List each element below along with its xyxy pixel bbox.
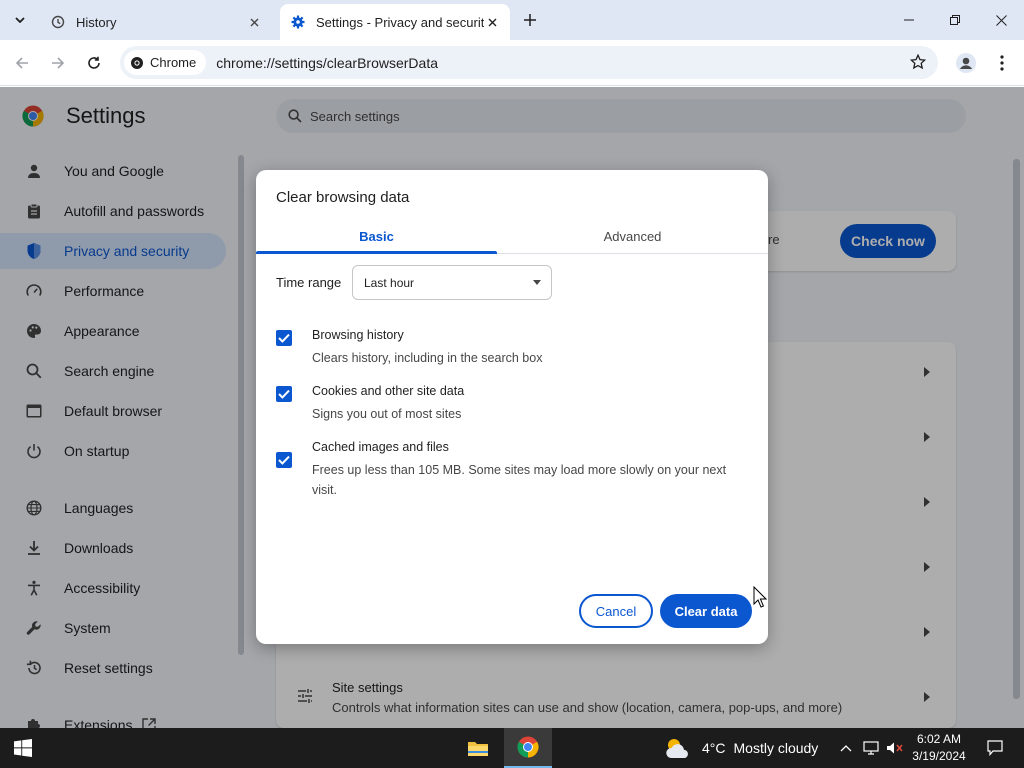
clear-data-button[interactable]: Clear data	[660, 594, 752, 628]
checkmark-icon	[278, 333, 290, 343]
network-icon	[863, 741, 879, 755]
forward-button[interactable]	[44, 49, 72, 77]
weather-widget[interactable]: 4°C Mostly cloudy	[664, 728, 818, 768]
browser-toolbar: Chrome chrome://settings/clearBrowserDat…	[0, 40, 1024, 86]
gear-icon	[290, 14, 306, 30]
new-tab-button[interactable]	[518, 8, 542, 32]
url-text[interactable]: chrome://settings/clearBrowserData	[216, 55, 438, 71]
option-subtitle: Frees up less than 105 MB. Some sites ma…	[312, 463, 727, 497]
chrome-icon	[130, 56, 144, 70]
checkmark-icon	[278, 455, 290, 465]
tab-search-button[interactable]	[8, 8, 32, 32]
address-bar[interactable]: Chrome chrome://settings/clearBrowserDat…	[120, 46, 938, 79]
chevron-up-icon	[840, 744, 852, 751]
clock-date: 3/19/2024	[912, 749, 966, 763]
plus-icon	[524, 14, 536, 26]
option-subtitle: Signs you out of most sites	[312, 407, 462, 421]
avatar-icon	[956, 53, 976, 73]
mouse-cursor-icon	[753, 586, 767, 608]
dialog-tabs: Basic Advanced	[256, 220, 768, 254]
windows-taskbar: 4°C Mostly cloudy 6:02 AM 3/19/2024	[0, 728, 1024, 768]
chrome-icon	[517, 736, 539, 758]
close-icon	[995, 14, 1007, 26]
taskbar-file-explorer[interactable]	[454, 728, 502, 768]
history-icon	[50, 14, 66, 30]
tab-advanced[interactable]: Advanced	[512, 220, 753, 253]
checkmark-icon	[278, 389, 290, 399]
back-button[interactable]	[8, 49, 36, 77]
option-title: Cached images and files	[312, 440, 449, 454]
weather-description: Mostly cloudy	[733, 740, 819, 756]
cookies-checkbox[interactable]	[276, 386, 292, 402]
close-window-button[interactable]	[978, 0, 1024, 40]
close-icon	[250, 18, 258, 26]
option-title: Cookies and other site data	[312, 384, 465, 398]
show-hidden-icons-button[interactable]	[836, 728, 856, 768]
tab-title: Settings - Privacy and security	[316, 14, 484, 30]
more-vert-icon	[1000, 55, 1004, 71]
profile-button[interactable]	[952, 49, 980, 77]
dropdown-caret-icon	[533, 280, 541, 285]
tab-history[interactable]: History	[40, 4, 272, 40]
time-range-select[interactable]: Last hour	[352, 265, 552, 300]
reload-button[interactable]	[80, 49, 108, 77]
taskbar-chrome[interactable]	[504, 728, 552, 768]
partly-cloudy-icon	[664, 736, 692, 760]
clear-browsing-data-dialog: Clear browsing data Basic Advanced Time …	[256, 170, 768, 644]
time-range-label: Time range	[276, 275, 342, 290]
menu-button[interactable]	[990, 49, 1014, 77]
minimize-button[interactable]	[886, 0, 932, 40]
restore-button[interactable]	[932, 0, 978, 40]
network-button[interactable]	[860, 728, 882, 768]
weather-temperature: 4°C	[702, 740, 726, 756]
active-tab-indicator	[256, 251, 497, 254]
clock-time: 6:02 AM	[916, 732, 962, 746]
site-info-chip[interactable]: Chrome	[124, 50, 207, 75]
notification-icon	[987, 740, 1003, 756]
time-range-value: Last hour	[364, 275, 415, 290]
bookmark-star-button[interactable]	[908, 52, 928, 72]
tab-settings[interactable]: Settings - Privacy and security	[280, 4, 510, 40]
cached-images-checkbox[interactable]	[276, 452, 292, 468]
restore-icon	[950, 15, 960, 25]
chevron-down-icon	[15, 17, 25, 23]
close-tab-button[interactable]	[484, 14, 500, 30]
volume-muted-icon	[887, 742, 903, 754]
windows-start-icon[interactable]	[14, 739, 32, 757]
notification-center-button[interactable]	[980, 728, 1010, 768]
dialog-title: Clear browsing data	[276, 189, 410, 206]
tab-title: History	[76, 14, 117, 30]
chip-label: Chrome	[150, 55, 197, 70]
close-tab-button[interactable]	[246, 14, 262, 30]
close-icon	[488, 18, 496, 26]
tab-basic[interactable]: Basic	[256, 220, 497, 253]
star-icon	[910, 54, 926, 70]
reload-icon	[88, 56, 100, 69]
volume-button[interactable]	[884, 728, 906, 768]
minimize-icon	[904, 19, 914, 21]
browsing-history-checkbox[interactable]	[276, 330, 292, 346]
tab-strip: History Settings - Privacy and security	[0, 0, 1024, 40]
system-clock[interactable]: 6:02 AM 3/19/2024	[906, 731, 972, 765]
folder-icon	[468, 742, 488, 756]
option-title: Browsing history	[312, 328, 404, 342]
option-subtitle: Clears history, including in the search …	[312, 351, 543, 365]
arrow-left-icon	[15, 57, 28, 69]
arrow-right-icon	[52, 57, 65, 69]
cancel-button[interactable]: Cancel	[579, 594, 653, 628]
